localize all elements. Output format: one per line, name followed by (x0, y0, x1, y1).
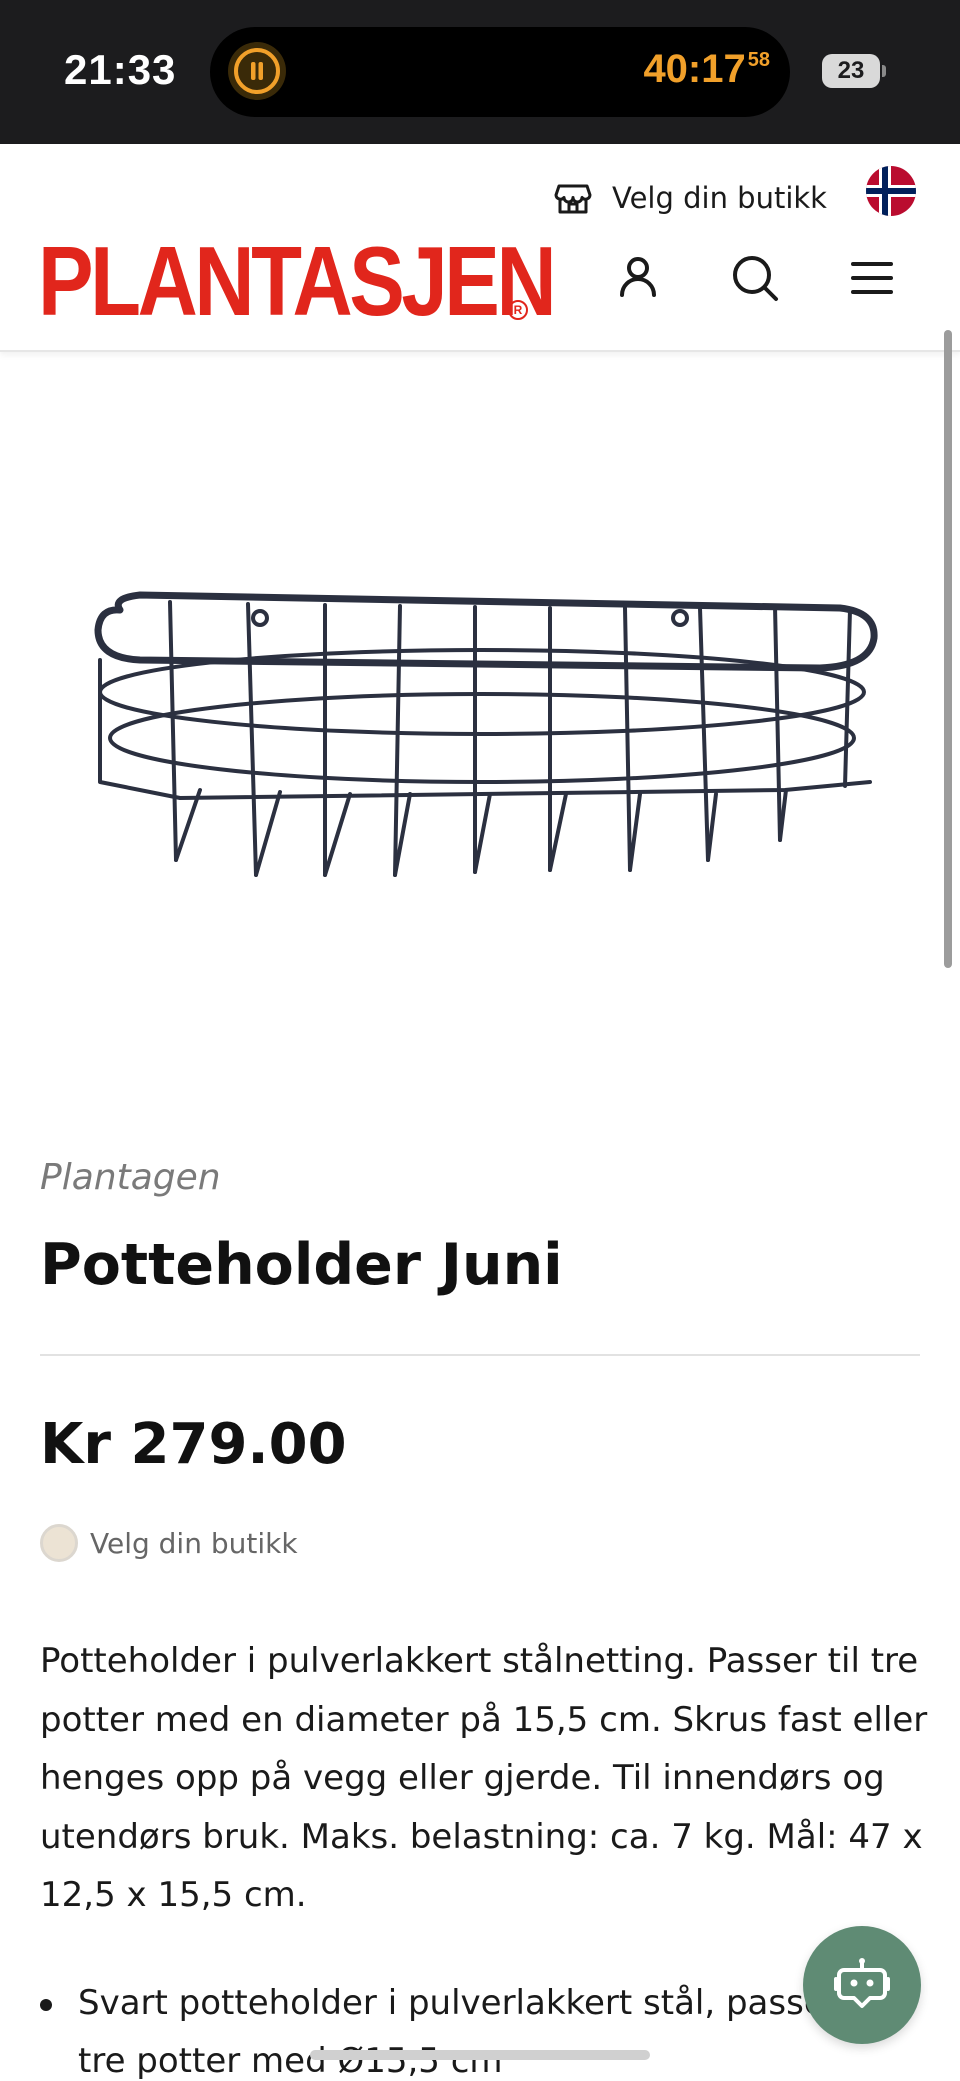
status-bar: 21:33 40:17 58 23 (0, 0, 960, 144)
chatbot-icon (834, 1958, 890, 2008)
timer-main: 40:17 (643, 47, 746, 91)
store-picker-label: Velg din butikk (612, 181, 827, 215)
search-icon[interactable] (725, 248, 785, 308)
timer-fraction: 58 (747, 49, 770, 71)
product-image[interactable] (80, 560, 890, 890)
store-stock-label: Velg din butikk (90, 1526, 298, 1560)
dynamic-island[interactable]: 40:17 58 (210, 27, 790, 117)
page-scrollbar[interactable] (944, 330, 952, 968)
store-icon (554, 184, 592, 214)
product-price: Kr 279.00 (40, 1412, 347, 1477)
store-picker-button[interactable]: Velg din butikk (552, 174, 827, 222)
norway-flag-icon[interactable] (866, 166, 916, 216)
feature-bullet: Svart potteholder i pulverlakkert stål, … (40, 1974, 880, 2081)
product-description: Potteholder i pulverlakkert stålnetting.… (40, 1641, 928, 1915)
timer-readout: 40:17 58 (643, 47, 770, 92)
store-stock-selector[interactable]: Velg din butikk (40, 1524, 298, 1562)
divider (40, 1354, 920, 1356)
chat-button[interactable] (803, 1926, 921, 2044)
product-features: Svart potteholder i pulverlakkert stål, … (40, 1974, 880, 2081)
registered-mark: R (508, 300, 528, 320)
timer-pause-icon[interactable] (228, 42, 286, 100)
site-header: Velg din butikk PLANTASJEN R (0, 144, 960, 352)
stock-status-dot-icon (40, 1524, 78, 1562)
battery-icon: 23 (822, 54, 886, 88)
battery-level: 23 (837, 57, 865, 84)
product-brand[interactable]: Plantagen (40, 1157, 221, 1198)
home-indicator[interactable] (310, 2050, 650, 2060)
user-icon[interactable] (608, 248, 668, 308)
product-title: Potteholder Juni (40, 1232, 563, 1298)
menu-icon[interactable] (842, 248, 902, 308)
status-time: 21:33 (64, 46, 177, 93)
plantasjen-logo[interactable]: PLANTASJEN (38, 232, 557, 330)
